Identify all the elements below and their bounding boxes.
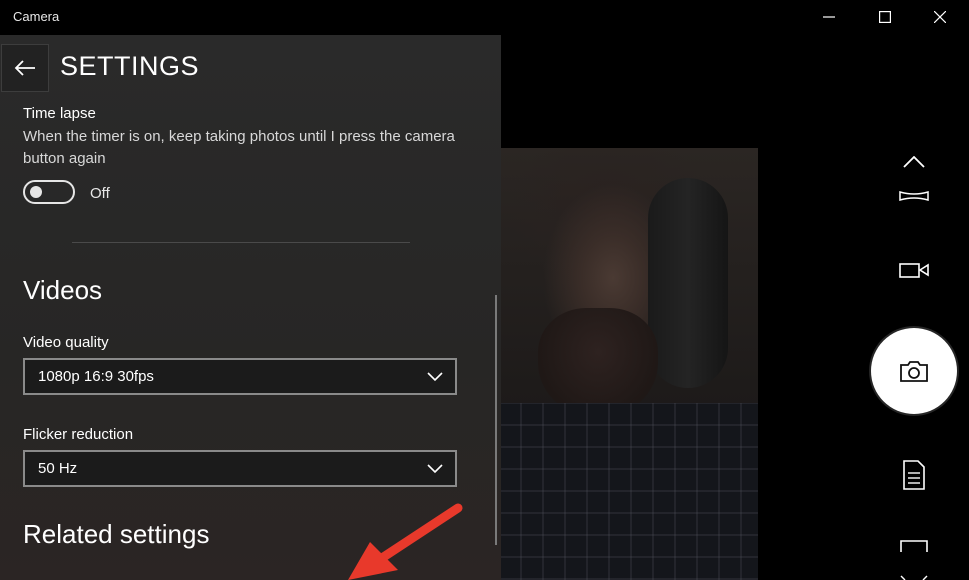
preview-background-detail xyxy=(648,178,728,388)
panorama-icon xyxy=(899,191,929,201)
settings-scrollbar[interactable] xyxy=(495,295,497,545)
minimize-button[interactable] xyxy=(806,0,852,34)
barcode-mode-button[interactable] xyxy=(894,536,934,580)
video-quality-label: Video quality xyxy=(23,334,109,351)
barcode-icon xyxy=(900,540,928,580)
page-title: SETTINGS xyxy=(60,51,200,81)
time-lapse-description: When the timer is on, keep taking photos… xyxy=(23,128,455,167)
video-quality-value: 1080p 16:9 30fps xyxy=(38,368,154,385)
camera-preview xyxy=(498,148,758,580)
title-bar: Camera xyxy=(0,0,969,34)
chevron-up-icon xyxy=(903,156,925,168)
divider xyxy=(72,242,410,243)
related-settings-heading: Related settings xyxy=(23,519,210,549)
video-mode-button[interactable] xyxy=(892,255,936,285)
time-lapse-toggle-state: Off xyxy=(90,185,110,202)
take-photo-button[interactable] xyxy=(871,328,957,414)
chevron-down-icon xyxy=(427,372,443,382)
document-scan-mode-button[interactable] xyxy=(894,458,934,492)
toggle-knob xyxy=(30,186,42,198)
settings-panel: SETTINGS Time lapse When the timer is on… xyxy=(0,35,501,580)
document-scan-icon xyxy=(903,460,925,490)
videos-heading: Videos xyxy=(23,275,103,305)
preview-subject xyxy=(538,308,658,418)
app-title: Camera xyxy=(13,9,60,24)
close-button[interactable] xyxy=(917,0,963,34)
panorama-mode-button[interactable] xyxy=(894,186,934,206)
camera-icon xyxy=(900,361,928,382)
video-icon xyxy=(899,263,929,278)
collapse-modes-button[interactable] xyxy=(897,150,931,174)
chevron-down-icon xyxy=(427,464,443,474)
flicker-reduction-label: Flicker reduction xyxy=(23,426,134,443)
maximize-button[interactable] xyxy=(862,0,908,34)
flicker-reduction-select[interactable]: 50 Hz xyxy=(23,450,457,487)
back-button[interactable] xyxy=(1,44,49,92)
time-lapse-label: Time lapse xyxy=(23,105,96,122)
close-icon xyxy=(934,11,946,23)
video-quality-select[interactable]: 1080p 16:9 30fps xyxy=(23,358,457,395)
time-lapse-toggle[interactable] xyxy=(23,180,75,204)
annotation-arrow xyxy=(348,503,463,580)
back-arrow-icon xyxy=(14,60,35,76)
preview-subject-shirt xyxy=(498,403,758,580)
maximize-icon xyxy=(879,11,891,23)
flicker-reduction-value: 50 Hz xyxy=(38,460,78,477)
minimize-icon xyxy=(823,16,835,18)
